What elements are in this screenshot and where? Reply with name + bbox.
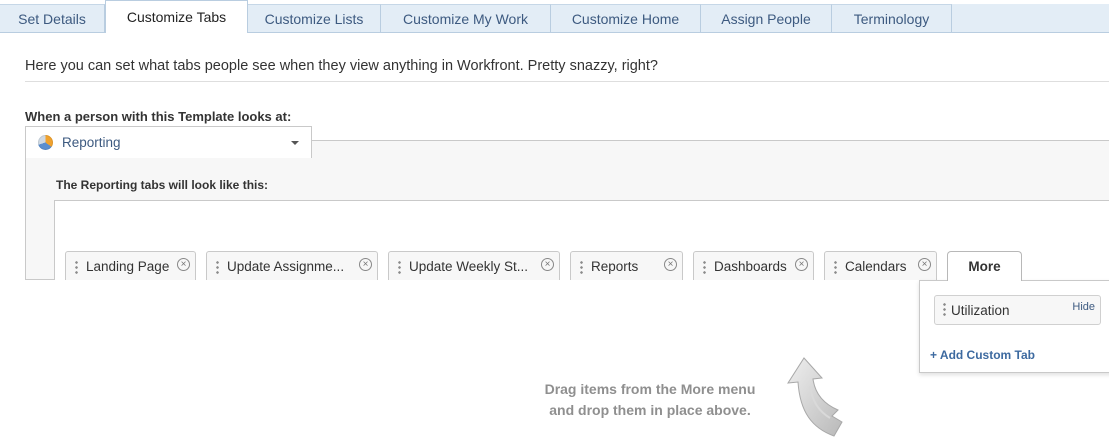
drag-handle-icon[interactable] [398, 260, 401, 274]
more-menu: Utilization Hide + Add Custom Tab [919, 280, 1109, 373]
drag-handle-icon[interactable] [216, 260, 219, 274]
tab-assign-people[interactable]: Assign People [701, 4, 832, 32]
preview-tab-label: Update Weekly St... [409, 259, 529, 274]
hide-link[interactable]: Hide [1072, 301, 1095, 313]
drag-handle-icon[interactable] [75, 260, 78, 274]
preview-tab-calendars[interactable]: Calendars × [824, 251, 937, 280]
remove-tab-icon[interactable]: × [359, 258, 372, 271]
intro-divider [25, 81, 1109, 82]
preview-label: The Reporting tabs will look like this: [56, 178, 269, 192]
drag-handle-icon[interactable] [703, 260, 706, 274]
tab-customize-home[interactable]: Customize Home [551, 4, 701, 32]
template-tab-bar: Set Details Customize Tabs Customize Lis… [0, 0, 1109, 33]
preview-tab-label: Reports [591, 259, 639, 274]
more-menu-item-utilization[interactable]: Utilization Hide [934, 295, 1101, 325]
chevron-down-icon [291, 141, 299, 145]
object-type-value: Reporting [62, 135, 121, 150]
preview-tab-update-weekly-status[interactable]: Update Weekly St... × [388, 251, 560, 280]
drag-hint: Drag items from the More menu and drop t… [520, 379, 780, 421]
remove-tab-icon[interactable]: × [795, 258, 808, 271]
remove-tab-icon[interactable]: × [177, 258, 190, 271]
preview-tab-label: Dashboards [714, 259, 787, 274]
preview-tab-label: Update Assignme... [227, 259, 345, 274]
more-menu-item-label: Utilization [951, 303, 1010, 318]
preview-tab-update-assignments[interactable]: Update Assignme... × [206, 251, 378, 280]
preview-tab-label: Calendars [845, 259, 907, 274]
drag-hint-line-1: Drag items from the More menu [544, 381, 756, 397]
object-select-label: When a person with this Template looks a… [25, 109, 292, 124]
preview-tab-label: Landing Page [86, 259, 170, 274]
object-type-select[interactable]: Reporting [25, 126, 312, 158]
tab-customize-my-work[interactable]: Customize My Work [381, 4, 551, 32]
intro-text: Here you can set what tabs people see wh… [25, 58, 658, 74]
preview-tab-reports[interactable]: Reports × [570, 251, 683, 280]
tab-customize-tabs[interactable]: Customize Tabs [105, 0, 248, 33]
drag-handle-icon[interactable] [580, 260, 583, 274]
drag-handle-icon[interactable] [943, 302, 946, 316]
preview-tab-landing-page[interactable]: Landing Page × [65, 251, 196, 280]
drag-handle-icon[interactable] [834, 260, 837, 274]
more-tab[interactable]: More [947, 251, 1022, 281]
preview-tab-dashboards[interactable]: Dashboards × [693, 251, 814, 280]
tab-terminology[interactable]: Terminology [832, 4, 952, 32]
remove-tab-icon[interactable]: × [664, 258, 677, 271]
drag-hint-line-2: and drop them in place above. [549, 402, 751, 418]
curved-arrow-icon [787, 357, 843, 437]
remove-tab-icon[interactable]: × [918, 258, 931, 271]
add-custom-tab-link[interactable]: + Add Custom Tab [930, 348, 1035, 362]
reporting-pie-icon [38, 135, 53, 150]
tab-set-details[interactable]: Set Details [0, 4, 105, 32]
tab-customize-lists[interactable]: Customize Lists [248, 4, 381, 32]
remove-tab-icon[interactable]: × [541, 258, 554, 271]
